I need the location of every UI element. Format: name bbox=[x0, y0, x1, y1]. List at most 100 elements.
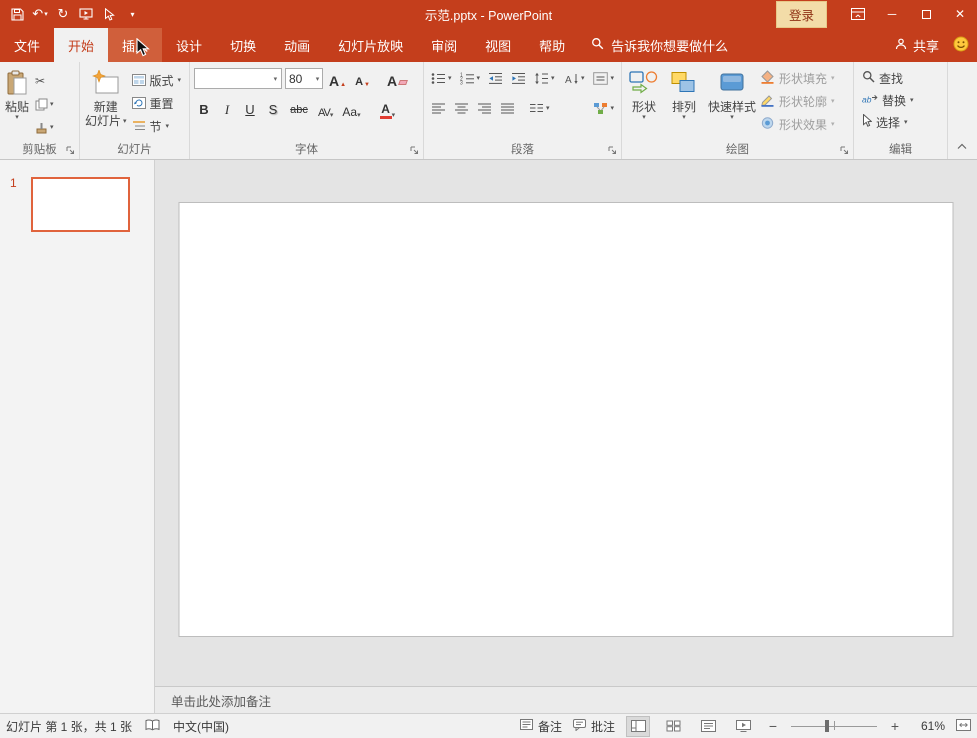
save-icon[interactable] bbox=[6, 2, 28, 26]
columns-button[interactable]: ▾ bbox=[526, 98, 553, 119]
section-button[interactable]: 节▾ bbox=[130, 116, 184, 136]
bold-button[interactable]: B bbox=[194, 99, 214, 120]
bullets-button[interactable]: ▾ bbox=[428, 68, 455, 89]
tab-review[interactable]: 审阅 bbox=[417, 28, 471, 62]
redo-icon[interactable]: ↻ bbox=[52, 2, 74, 26]
font-name-dropdown-icon[interactable]: ▾ bbox=[270, 75, 281, 83]
slide-indicator[interactable]: 幻灯片 第 1 张，共 1 张 bbox=[6, 718, 132, 735]
tab-insert[interactable]: 插入 bbox=[108, 28, 162, 62]
zoom-slider[interactable] bbox=[791, 717, 877, 735]
italic-button[interactable]: I bbox=[217, 99, 237, 120]
reading-view-button[interactable] bbox=[696, 716, 720, 737]
increase-font-size-button[interactable]: A▲ bbox=[326, 68, 349, 89]
find-button[interactable]: 查找 bbox=[860, 68, 941, 88]
font-color-button[interactable]: A ▾ bbox=[377, 99, 399, 120]
font-dialog-launcher[interactable] bbox=[409, 145, 420, 156]
close-button[interactable]: ✕ bbox=[943, 0, 977, 28]
tab-home[interactable]: 开始 bbox=[54, 28, 108, 62]
tab-slideshow[interactable]: 幻灯片放映 bbox=[324, 28, 417, 62]
zoom-in-button[interactable]: + bbox=[888, 718, 902, 734]
slide-thumbnail[interactable] bbox=[31, 177, 130, 232]
clear-formatting-button[interactable]: A bbox=[384, 68, 410, 89]
strikethrough-button[interactable]: abc bbox=[286, 99, 312, 120]
text-direction-button[interactable]: A ▾ bbox=[561, 68, 588, 89]
slide-thumbnail-panel[interactable]: 1 bbox=[0, 160, 155, 713]
drawing-dialog-launcher[interactable] bbox=[839, 145, 850, 156]
comments-toggle[interactable]: 批注 bbox=[573, 718, 615, 735]
font-group: ▾ ▾ A▲ A▼ A B I U S abc AV▾ Aa▾ A bbox=[190, 62, 424, 159]
copy-icon[interactable]: ▾ bbox=[32, 95, 57, 113]
paste-button[interactable]: 粘贴 ▾ bbox=[2, 66, 32, 142]
align-text-button[interactable]: ▾ bbox=[590, 68, 617, 89]
maximize-button[interactable] bbox=[909, 0, 943, 28]
shape-effects-button[interactable]: 形状效果▾ bbox=[760, 114, 835, 135]
start-slideshow-icon[interactable] bbox=[75, 2, 97, 26]
justify-button[interactable] bbox=[497, 98, 518, 119]
layout-button[interactable]: 版式▾ bbox=[130, 70, 184, 90]
font-size-combo[interactable]: ▾ bbox=[285, 68, 323, 89]
convert-to-smartart-button[interactable]: ▾ bbox=[590, 98, 617, 119]
share-button[interactable]: 共享 bbox=[895, 36, 939, 55]
quick-access-toolbar: ↶▾ ↻ ▾ bbox=[0, 2, 143, 26]
notes-pane[interactable]: 单击此处添加备注 bbox=[155, 686, 977, 713]
character-spacing-button[interactable]: AV▾ bbox=[315, 99, 336, 120]
new-slide-button[interactable]: 新建 幻灯片 ▾ bbox=[82, 66, 130, 142]
decrease-indent-button[interactable] bbox=[485, 68, 506, 89]
shape-effects-icon bbox=[760, 116, 775, 133]
tab-help[interactable]: 帮助 bbox=[525, 28, 579, 62]
collapse-ribbon-icon[interactable] bbox=[956, 140, 968, 154]
touch-mode-icon[interactable] bbox=[98, 2, 120, 26]
align-right-button[interactable] bbox=[474, 98, 495, 119]
align-left-button[interactable] bbox=[428, 98, 449, 119]
replace-button[interactable]: ab 替换▾ bbox=[860, 90, 941, 110]
paragraph-dialog-launcher[interactable] bbox=[607, 145, 618, 156]
zoom-out-button[interactable]: − bbox=[766, 718, 780, 734]
numbering-button[interactable]: 123 ▾ bbox=[457, 68, 484, 89]
spell-check-icon[interactable] bbox=[145, 719, 160, 734]
decrease-font-size-button[interactable]: A▼ bbox=[352, 68, 373, 89]
select-button[interactable]: 选择▾ bbox=[860, 112, 941, 132]
zoom-slider-thumb[interactable] bbox=[825, 720, 829, 732]
minimize-button[interactable]: ─ bbox=[875, 0, 909, 28]
customize-qat-icon[interactable]: ▾ bbox=[121, 2, 143, 26]
zoom-percentage[interactable]: 61% bbox=[913, 719, 945, 733]
text-shadow-button[interactable]: S bbox=[263, 99, 283, 120]
tab-design[interactable]: 设计 bbox=[162, 28, 216, 62]
clipboard-dialog-launcher[interactable] bbox=[65, 145, 76, 156]
shape-fill-button[interactable]: 形状填充▾ bbox=[760, 68, 835, 89]
slide-editor bbox=[155, 160, 977, 686]
language-indicator[interactable]: 中文(中国) bbox=[173, 718, 229, 735]
shape-outline-button[interactable]: 形状轮廓▾ bbox=[760, 91, 835, 112]
notes-toggle[interactable]: 备注 bbox=[520, 718, 562, 735]
normal-view-button[interactable] bbox=[626, 716, 650, 737]
ribbon-display-options-icon[interactable] bbox=[841, 0, 875, 28]
tab-view[interactable]: 视图 bbox=[471, 28, 525, 62]
font-size-input[interactable] bbox=[286, 72, 313, 86]
shapes-button[interactable]: 形状 ▾ bbox=[624, 66, 664, 142]
quick-styles-button[interactable]: 快速样式 ▾ bbox=[704, 66, 760, 142]
arrange-button[interactable]: 排列 ▾ bbox=[664, 66, 704, 142]
tab-transitions[interactable]: 切换 bbox=[216, 28, 270, 62]
reset-button[interactable]: 重置 bbox=[130, 93, 184, 113]
font-size-dropdown-icon[interactable]: ▾ bbox=[313, 75, 322, 83]
slide-canvas[interactable] bbox=[179, 202, 954, 637]
change-case-button[interactable]: Aa▾ bbox=[339, 99, 363, 120]
sign-in-button[interactable]: 登录 bbox=[776, 1, 827, 28]
increase-indent-button[interactable] bbox=[508, 68, 529, 89]
tab-animations[interactable]: 动画 bbox=[270, 28, 324, 62]
feedback-smiley-icon[interactable] bbox=[953, 36, 969, 55]
line-spacing-button[interactable]: ▾ bbox=[531, 68, 558, 89]
cut-icon[interactable]: ✂ bbox=[32, 72, 57, 90]
align-center-button[interactable] bbox=[451, 98, 472, 119]
font-name-combo[interactable]: ▾ bbox=[194, 68, 282, 89]
tab-file[interactable]: 文件 bbox=[0, 28, 54, 62]
format-painter-icon[interactable]: ▾ bbox=[32, 118, 57, 136]
undo-icon[interactable]: ↶▾ bbox=[29, 2, 51, 26]
ribbon-tab-bar: 文件 开始 插入 设计 切换 动画 幻灯片放映 审阅 视图 帮助 告诉我你想要做… bbox=[0, 28, 977, 62]
underline-button[interactable]: U bbox=[240, 99, 260, 120]
slideshow-view-button[interactable] bbox=[731, 716, 755, 737]
slide-sorter-view-button[interactable] bbox=[661, 716, 685, 737]
tell-me-search[interactable]: 告诉我你想要做什么 bbox=[591, 28, 728, 62]
font-name-input[interactable] bbox=[195, 72, 270, 86]
fit-slide-to-window-button[interactable] bbox=[956, 719, 971, 734]
